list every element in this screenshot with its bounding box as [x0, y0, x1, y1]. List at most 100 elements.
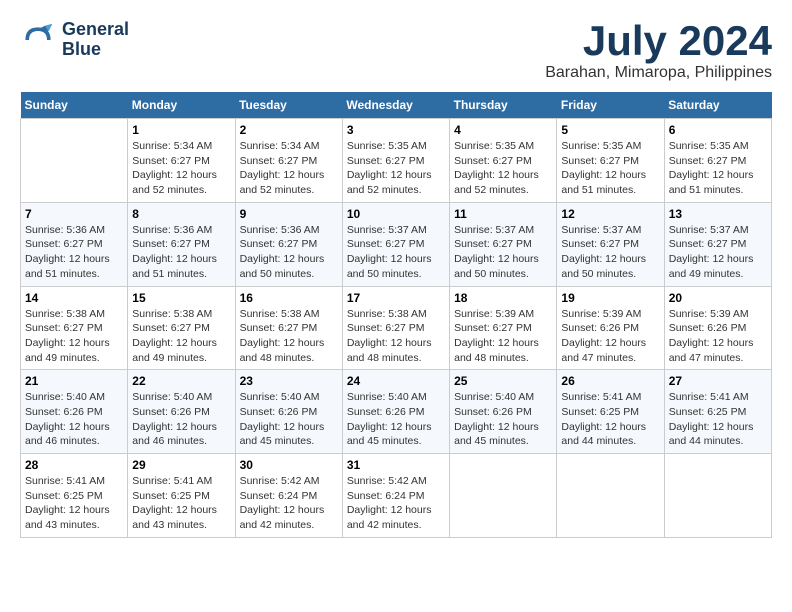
sunset-text: Sunset: 6:27 PM [25, 322, 103, 334]
day-info: Sunrise: 5:40 AM Sunset: 6:26 PM Dayligh… [347, 390, 445, 449]
sunset-text: Sunset: 6:27 PM [240, 322, 318, 334]
sunset-text: Sunset: 6:27 PM [240, 238, 318, 250]
logo-text: General Blue [62, 20, 129, 60]
month-title: July 2024 [545, 20, 772, 62]
day-info: Sunrise: 5:41 AM Sunset: 6:25 PM Dayligh… [25, 474, 123, 533]
day-info: Sunrise: 5:37 AM Sunset: 6:27 PM Dayligh… [669, 223, 767, 282]
day-number: 11 [454, 207, 552, 221]
day-info: Sunrise: 5:35 AM Sunset: 6:27 PM Dayligh… [561, 139, 659, 198]
sunrise-text: Sunrise: 5:34 AM [240, 140, 320, 152]
calendar-cell: 30 Sunrise: 5:42 AM Sunset: 6:24 PM Dayl… [235, 454, 342, 538]
calendar-week-row: 7 Sunrise: 5:36 AM Sunset: 6:27 PM Dayli… [21, 202, 772, 286]
calendar-cell: 21 Sunrise: 5:40 AM Sunset: 6:26 PM Dayl… [21, 370, 128, 454]
calendar-cell: 10 Sunrise: 5:37 AM Sunset: 6:27 PM Dayl… [342, 202, 449, 286]
calendar-cell: 4 Sunrise: 5:35 AM Sunset: 6:27 PM Dayli… [450, 119, 557, 203]
weekday-header-monday: Monday [128, 92, 235, 119]
sunset-text: Sunset: 6:27 PM [454, 238, 532, 250]
day-number: 4 [454, 123, 552, 137]
day-info: Sunrise: 5:38 AM Sunset: 6:27 PM Dayligh… [132, 307, 230, 366]
sunrise-text: Sunrise: 5:41 AM [25, 475, 105, 487]
calendar-cell: 31 Sunrise: 5:42 AM Sunset: 6:24 PM Dayl… [342, 454, 449, 538]
sunset-text: Sunset: 6:27 PM [347, 155, 425, 167]
sunrise-text: Sunrise: 5:35 AM [454, 140, 534, 152]
calendar-table: SundayMondayTuesdayWednesdayThursdayFrid… [20, 92, 772, 538]
sunset-text: Sunset: 6:26 PM [669, 322, 747, 334]
day-number: 23 [240, 374, 338, 388]
sunset-text: Sunset: 6:26 PM [240, 406, 318, 418]
calendar-cell: 11 Sunrise: 5:37 AM Sunset: 6:27 PM Dayl… [450, 202, 557, 286]
day-info: Sunrise: 5:39 AM Sunset: 6:26 PM Dayligh… [561, 307, 659, 366]
sunset-text: Sunset: 6:26 PM [454, 406, 532, 418]
calendar-cell [664, 454, 771, 538]
day-number: 25 [454, 374, 552, 388]
day-info: Sunrise: 5:38 AM Sunset: 6:27 PM Dayligh… [347, 307, 445, 366]
day-number: 6 [669, 123, 767, 137]
day-number: 13 [669, 207, 767, 221]
calendar-cell: 25 Sunrise: 5:40 AM Sunset: 6:26 PM Dayl… [450, 370, 557, 454]
day-info: Sunrise: 5:36 AM Sunset: 6:27 PM Dayligh… [132, 223, 230, 282]
day-info: Sunrise: 5:39 AM Sunset: 6:27 PM Dayligh… [454, 307, 552, 366]
daylight-text: Daylight: 12 hours and 48 minutes. [240, 337, 325, 364]
day-number: 5 [561, 123, 659, 137]
day-info: Sunrise: 5:40 AM Sunset: 6:26 PM Dayligh… [132, 390, 230, 449]
sunset-text: Sunset: 6:27 PM [347, 238, 425, 250]
sunrise-text: Sunrise: 5:40 AM [132, 391, 212, 403]
sunrise-text: Sunrise: 5:40 AM [347, 391, 427, 403]
calendar-cell: 16 Sunrise: 5:38 AM Sunset: 6:27 PM Dayl… [235, 286, 342, 370]
daylight-text: Daylight: 12 hours and 48 minutes. [347, 337, 432, 364]
sunrise-text: Sunrise: 5:37 AM [669, 224, 749, 236]
calendar-cell: 5 Sunrise: 5:35 AM Sunset: 6:27 PM Dayli… [557, 119, 664, 203]
calendar-cell: 19 Sunrise: 5:39 AM Sunset: 6:26 PM Dayl… [557, 286, 664, 370]
sunset-text: Sunset: 6:27 PM [669, 238, 747, 250]
calendar-cell: 6 Sunrise: 5:35 AM Sunset: 6:27 PM Dayli… [664, 119, 771, 203]
day-number: 19 [561, 291, 659, 305]
daylight-text: Daylight: 12 hours and 45 minutes. [240, 421, 325, 448]
location-title: Barahan, Mimaropa, Philippines [545, 64, 772, 82]
day-number: 27 [669, 374, 767, 388]
calendar-cell: 29 Sunrise: 5:41 AM Sunset: 6:25 PM Dayl… [128, 454, 235, 538]
day-number: 1 [132, 123, 230, 137]
sunset-text: Sunset: 6:27 PM [25, 238, 103, 250]
calendar-week-row: 21 Sunrise: 5:40 AM Sunset: 6:26 PM Dayl… [21, 370, 772, 454]
sunrise-text: Sunrise: 5:42 AM [347, 475, 427, 487]
sunrise-text: Sunrise: 5:37 AM [561, 224, 641, 236]
day-info: Sunrise: 5:37 AM Sunset: 6:27 PM Dayligh… [454, 223, 552, 282]
calendar-cell: 8 Sunrise: 5:36 AM Sunset: 6:27 PM Dayli… [128, 202, 235, 286]
daylight-text: Daylight: 12 hours and 51 minutes. [132, 253, 217, 280]
sunset-text: Sunset: 6:26 PM [347, 406, 425, 418]
daylight-text: Daylight: 12 hours and 51 minutes. [25, 253, 110, 280]
sunrise-text: Sunrise: 5:41 AM [669, 391, 749, 403]
sunrise-text: Sunrise: 5:41 AM [132, 475, 212, 487]
day-info: Sunrise: 5:37 AM Sunset: 6:27 PM Dayligh… [347, 223, 445, 282]
calendar-cell: 28 Sunrise: 5:41 AM Sunset: 6:25 PM Dayl… [21, 454, 128, 538]
sunset-text: Sunset: 6:27 PM [669, 155, 747, 167]
sunset-text: Sunset: 6:25 PM [669, 406, 747, 418]
logo: General Blue [20, 20, 129, 60]
calendar-cell [450, 454, 557, 538]
daylight-text: Daylight: 12 hours and 47 minutes. [561, 337, 646, 364]
sunset-text: Sunset: 6:27 PM [240, 155, 318, 167]
calendar-cell: 1 Sunrise: 5:34 AM Sunset: 6:27 PM Dayli… [128, 119, 235, 203]
sunrise-text: Sunrise: 5:38 AM [25, 308, 105, 320]
sunset-text: Sunset: 6:24 PM [347, 490, 425, 502]
sunrise-text: Sunrise: 5:37 AM [454, 224, 534, 236]
daylight-text: Daylight: 12 hours and 50 minutes. [347, 253, 432, 280]
day-info: Sunrise: 5:41 AM Sunset: 6:25 PM Dayligh… [669, 390, 767, 449]
day-info: Sunrise: 5:35 AM Sunset: 6:27 PM Dayligh… [669, 139, 767, 198]
day-info: Sunrise: 5:39 AM Sunset: 6:26 PM Dayligh… [669, 307, 767, 366]
sunrise-text: Sunrise: 5:38 AM [240, 308, 320, 320]
day-info: Sunrise: 5:36 AM Sunset: 6:27 PM Dayligh… [25, 223, 123, 282]
day-number: 17 [347, 291, 445, 305]
daylight-text: Daylight: 12 hours and 42 minutes. [240, 504, 325, 531]
day-number: 12 [561, 207, 659, 221]
sunset-text: Sunset: 6:27 PM [561, 238, 639, 250]
sunrise-text: Sunrise: 5:37 AM [347, 224, 427, 236]
sunrise-text: Sunrise: 5:38 AM [347, 308, 427, 320]
sunset-text: Sunset: 6:27 PM [132, 238, 210, 250]
daylight-text: Daylight: 12 hours and 46 minutes. [25, 421, 110, 448]
sunset-text: Sunset: 6:27 PM [132, 322, 210, 334]
weekday-header-tuesday: Tuesday [235, 92, 342, 119]
sunrise-text: Sunrise: 5:39 AM [669, 308, 749, 320]
calendar-cell: 15 Sunrise: 5:38 AM Sunset: 6:27 PM Dayl… [128, 286, 235, 370]
day-info: Sunrise: 5:40 AM Sunset: 6:26 PM Dayligh… [240, 390, 338, 449]
